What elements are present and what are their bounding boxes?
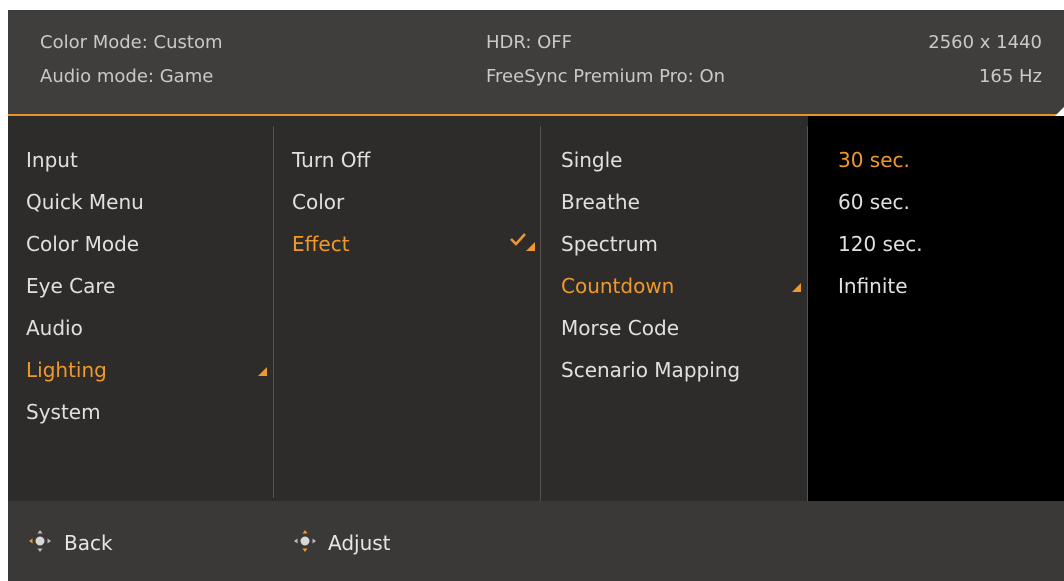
main-menu-item-input[interactable]: Input xyxy=(26,148,78,172)
control-guide-footer: Back Adjust xyxy=(8,501,1064,581)
status-header: Color Mode: Custom Audio mode: Game HDR:… xyxy=(8,10,1064,116)
column-divider xyxy=(540,126,541,506)
back-label: Back xyxy=(64,531,113,555)
countdown-option-60[interactable]: 60 sec. xyxy=(838,190,910,214)
hdr-status: HDR: OFF xyxy=(486,32,573,53)
column-divider xyxy=(273,126,274,498)
countdown-option-infinite[interactable]: Infinite xyxy=(838,274,908,298)
effect-item-scenario-mapping[interactable]: Scenario Mapping xyxy=(561,358,740,382)
effect-item-morse-code[interactable]: Morse Code xyxy=(561,316,679,340)
main-menu-item-quick-menu[interactable]: Quick Menu xyxy=(26,190,144,214)
audio-mode-status: Audio mode: Game xyxy=(40,66,214,87)
joystick-adjust-icon xyxy=(294,530,316,552)
countdown-options: 30 sec. 60 sec. 120 sec. Infinite xyxy=(808,116,1064,501)
effect-item-single[interactable]: Single xyxy=(561,148,622,172)
countdown-option-30[interactable]: 30 sec. xyxy=(838,148,910,172)
effect-item-breathe[interactable]: Breathe xyxy=(561,190,640,214)
color-mode-status: Color Mode: Custom xyxy=(40,32,223,53)
osd-menu: Color Mode: Custom Audio mode: Game HDR:… xyxy=(8,10,1064,581)
lighting-item-turn-off[interactable]: Turn Off xyxy=(292,148,370,172)
countdown-option-120[interactable]: 120 sec. xyxy=(838,232,923,256)
main-menu-item-lighting[interactable]: Lighting xyxy=(26,358,107,382)
resolution-status: 2560 x 1440 xyxy=(928,32,1042,53)
main-menu-item-color-mode[interactable]: Color Mode xyxy=(26,232,139,256)
main-menu-item-system[interactable]: System xyxy=(26,400,101,424)
submenu-indicator-icon xyxy=(526,242,535,251)
submenu-indicator-icon xyxy=(258,367,267,376)
submenu-indicator-icon xyxy=(792,283,801,292)
effect-item-countdown[interactable]: Countdown xyxy=(561,274,674,298)
lighting-item-effect[interactable]: Effect xyxy=(292,232,350,256)
lighting-item-color[interactable]: Color xyxy=(292,190,344,214)
main-menu-item-audio[interactable]: Audio xyxy=(26,316,83,340)
main-menu-item-eye-care[interactable]: Eye Care xyxy=(26,274,115,298)
freesync-status: FreeSync Premium Pro: On xyxy=(486,66,726,87)
refresh-rate-status: 165 Hz xyxy=(978,66,1042,87)
effect-item-spectrum[interactable]: Spectrum xyxy=(561,232,658,256)
joystick-nav-icon xyxy=(29,530,51,552)
adjust-label: Adjust xyxy=(328,531,391,555)
